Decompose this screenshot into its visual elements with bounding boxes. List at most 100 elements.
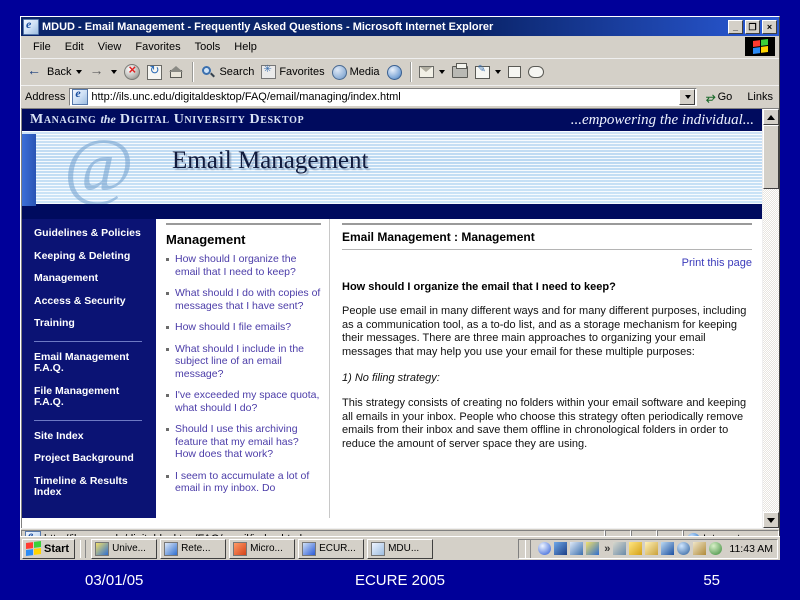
taskbar-button-microsoft[interactable]: Micro... (229, 538, 296, 559)
links-button[interactable]: Links (741, 91, 779, 103)
menu-item-favorites[interactable]: Favorites (128, 39, 187, 55)
favorites-star-icon (261, 64, 277, 79)
favorites-button[interactable]: Favorites (258, 64, 327, 80)
toolbar-separator (192, 62, 194, 82)
slide-number: 55 (703, 572, 720, 589)
sidebar-divider-1 (34, 340, 142, 342)
address-label: Address (25, 91, 66, 103)
taskbar-clock[interactable]: 11:43 AM (725, 543, 773, 555)
article-paragraph-1: People use email in many different ways … (342, 305, 747, 358)
sidebar-item-training[interactable]: Training (34, 317, 156, 330)
list-item[interactable]: I've exceeded my space quota, what shoul… (166, 389, 321, 414)
network-icon[interactable] (677, 542, 691, 555)
media-icon (331, 64, 347, 80)
sidebar-item-site-index[interactable]: Site Index (34, 430, 156, 443)
scrollbar-thumb[interactable] (763, 125, 779, 189)
sidebar-item-project-background[interactable]: Project Background (34, 452, 156, 465)
history-button[interactable] (384, 64, 405, 81)
sidebar-item-management[interactable]: Management (34, 272, 156, 285)
scroll-down-button[interactable] (763, 512, 779, 528)
stop-button[interactable] (121, 62, 143, 81)
main-content: Email Management : Management Print this… (330, 219, 762, 518)
browser-window: MDUD - Email Management - Frequently Ask… (20, 16, 780, 558)
sidebar-nav: Guidelines & Policies Keeping & Deleting… (22, 219, 156, 518)
media-button[interactable]: Media (329, 64, 383, 81)
scroll-up-button[interactable] (763, 109, 779, 125)
tray-overflow-icon[interactable]: » (604, 543, 610, 555)
mail-button[interactable] (416, 65, 448, 79)
print-this-page-link[interactable]: Print this page (342, 250, 752, 277)
globe-icon[interactable] (709, 542, 723, 555)
restore-button[interactable]: ❐ (745, 19, 760, 34)
triangle-down-icon (767, 517, 775, 523)
sidebar-item-guidelines-policies[interactable]: Guidelines & Policies (34, 227, 156, 240)
shield-icon[interactable] (645, 542, 659, 555)
internet-explorer-icon[interactable] (538, 542, 552, 555)
brand-part-the: the (100, 112, 116, 126)
home-button[interactable] (166, 65, 187, 80)
forward-button[interactable] (86, 62, 120, 82)
address-url-text: http://ils.unc.edu/digitaldesktop/FAQ/em… (91, 91, 401, 103)
page-vertical-scrollbar[interactable] (762, 109, 779, 528)
forward-arrow-icon (89, 62, 106, 81)
article-paragraph-2: This strategy consists of creating no fo… (342, 397, 747, 450)
address-dropdown-button[interactable] (679, 89, 696, 105)
taskbar-button-ecure[interactable]: ECUR... (298, 538, 365, 559)
print-button[interactable] (449, 63, 471, 79)
taskbar-button-label: MDU... (388, 543, 420, 554)
edit-button[interactable] (472, 64, 504, 80)
breadcrumb: Email Management : Management (342, 230, 535, 244)
menu-item-tools[interactable]: Tools (188, 39, 228, 55)
back-dropdown-icon[interactable] (76, 70, 83, 74)
menu-item-file[interactable]: File (26, 39, 58, 55)
go-button[interactable]: ⥂ Go (701, 90, 737, 105)
close-button[interactable]: × (762, 19, 777, 34)
discuss-page-button[interactable] (505, 65, 524, 79)
messenger-button[interactable] (525, 65, 547, 79)
list-item[interactable]: What should I do with copies of messages… (166, 287, 321, 312)
outlook-icon[interactable] (554, 542, 568, 555)
forward-dropdown-icon[interactable] (111, 70, 118, 74)
list-item[interactable]: Should I use this archiving feature that… (166, 423, 321, 461)
start-button[interactable]: Start (22, 538, 76, 559)
quicklaunch-grip[interactable] (525, 539, 532, 558)
taskbar-grip[interactable] (80, 539, 87, 558)
search-button[interactable]: Search (198, 64, 257, 81)
taskbar-button-label: Micro... (250, 543, 283, 554)
page-columns: Guidelines & Policies Keeping & Deleting… (22, 219, 762, 518)
browser-title-bar: MDUD - Email Management - Frequently Ask… (21, 17, 779, 36)
antivirus-icon[interactable] (693, 542, 707, 555)
sidebar-item-email-management-faq[interactable]: Email Management F.A.Q. (34, 351, 156, 375)
volume-icon[interactable] (613, 542, 627, 555)
browser-toolbar: Back Search Favorites (21, 58, 779, 85)
menu-item-help[interactable]: Help (227, 39, 264, 55)
edit-dropdown-icon[interactable] (494, 70, 501, 74)
scrollbar-track[interactable] (763, 189, 779, 512)
list-item[interactable]: How should I organize the email that I n… (166, 253, 321, 278)
menu-item-edit[interactable]: Edit (58, 39, 91, 55)
netscape-icon[interactable] (586, 542, 600, 555)
sidebar-item-file-management-faq[interactable]: File Management F.A.Q. (34, 385, 156, 409)
taskbar-button-retention[interactable]: Rete... (160, 538, 227, 559)
address-input[interactable]: http://ils.unc.edu/digitaldesktop/FAQ/em… (69, 88, 698, 106)
search-label: Search (219, 66, 255, 78)
left-accent-tab (22, 134, 36, 206)
sidebar-item-access-security[interactable]: Access & Security (34, 295, 156, 308)
mail-dropdown-icon[interactable] (438, 70, 445, 74)
taskbar-button-university[interactable]: Unive... (91, 538, 158, 559)
refresh-button[interactable] (144, 63, 165, 81)
minimize-button[interactable]: _ (728, 19, 743, 34)
power-icon[interactable] (629, 542, 643, 555)
site-tagline: ...empowering the individual... (570, 111, 754, 128)
sidebar-item-timeline-results-index[interactable]: Timeline & Results Index (34, 475, 156, 499)
list-item[interactable]: I seem to accumulate a lot of email in m… (166, 470, 321, 495)
back-button[interactable]: Back (24, 62, 85, 82)
site-banner-bottom (22, 204, 762, 219)
list-item[interactable]: How should I file emails? (166, 321, 321, 334)
app-icon[interactable] (570, 542, 584, 555)
display-icon[interactable] (661, 542, 675, 555)
taskbar-button-mdud[interactable]: MDU... (367, 538, 434, 559)
list-item[interactable]: What should I include in the subject lin… (166, 343, 321, 381)
menu-item-view[interactable]: View (91, 39, 129, 55)
sidebar-item-keeping-deleting[interactable]: Keeping & Deleting (34, 250, 156, 263)
